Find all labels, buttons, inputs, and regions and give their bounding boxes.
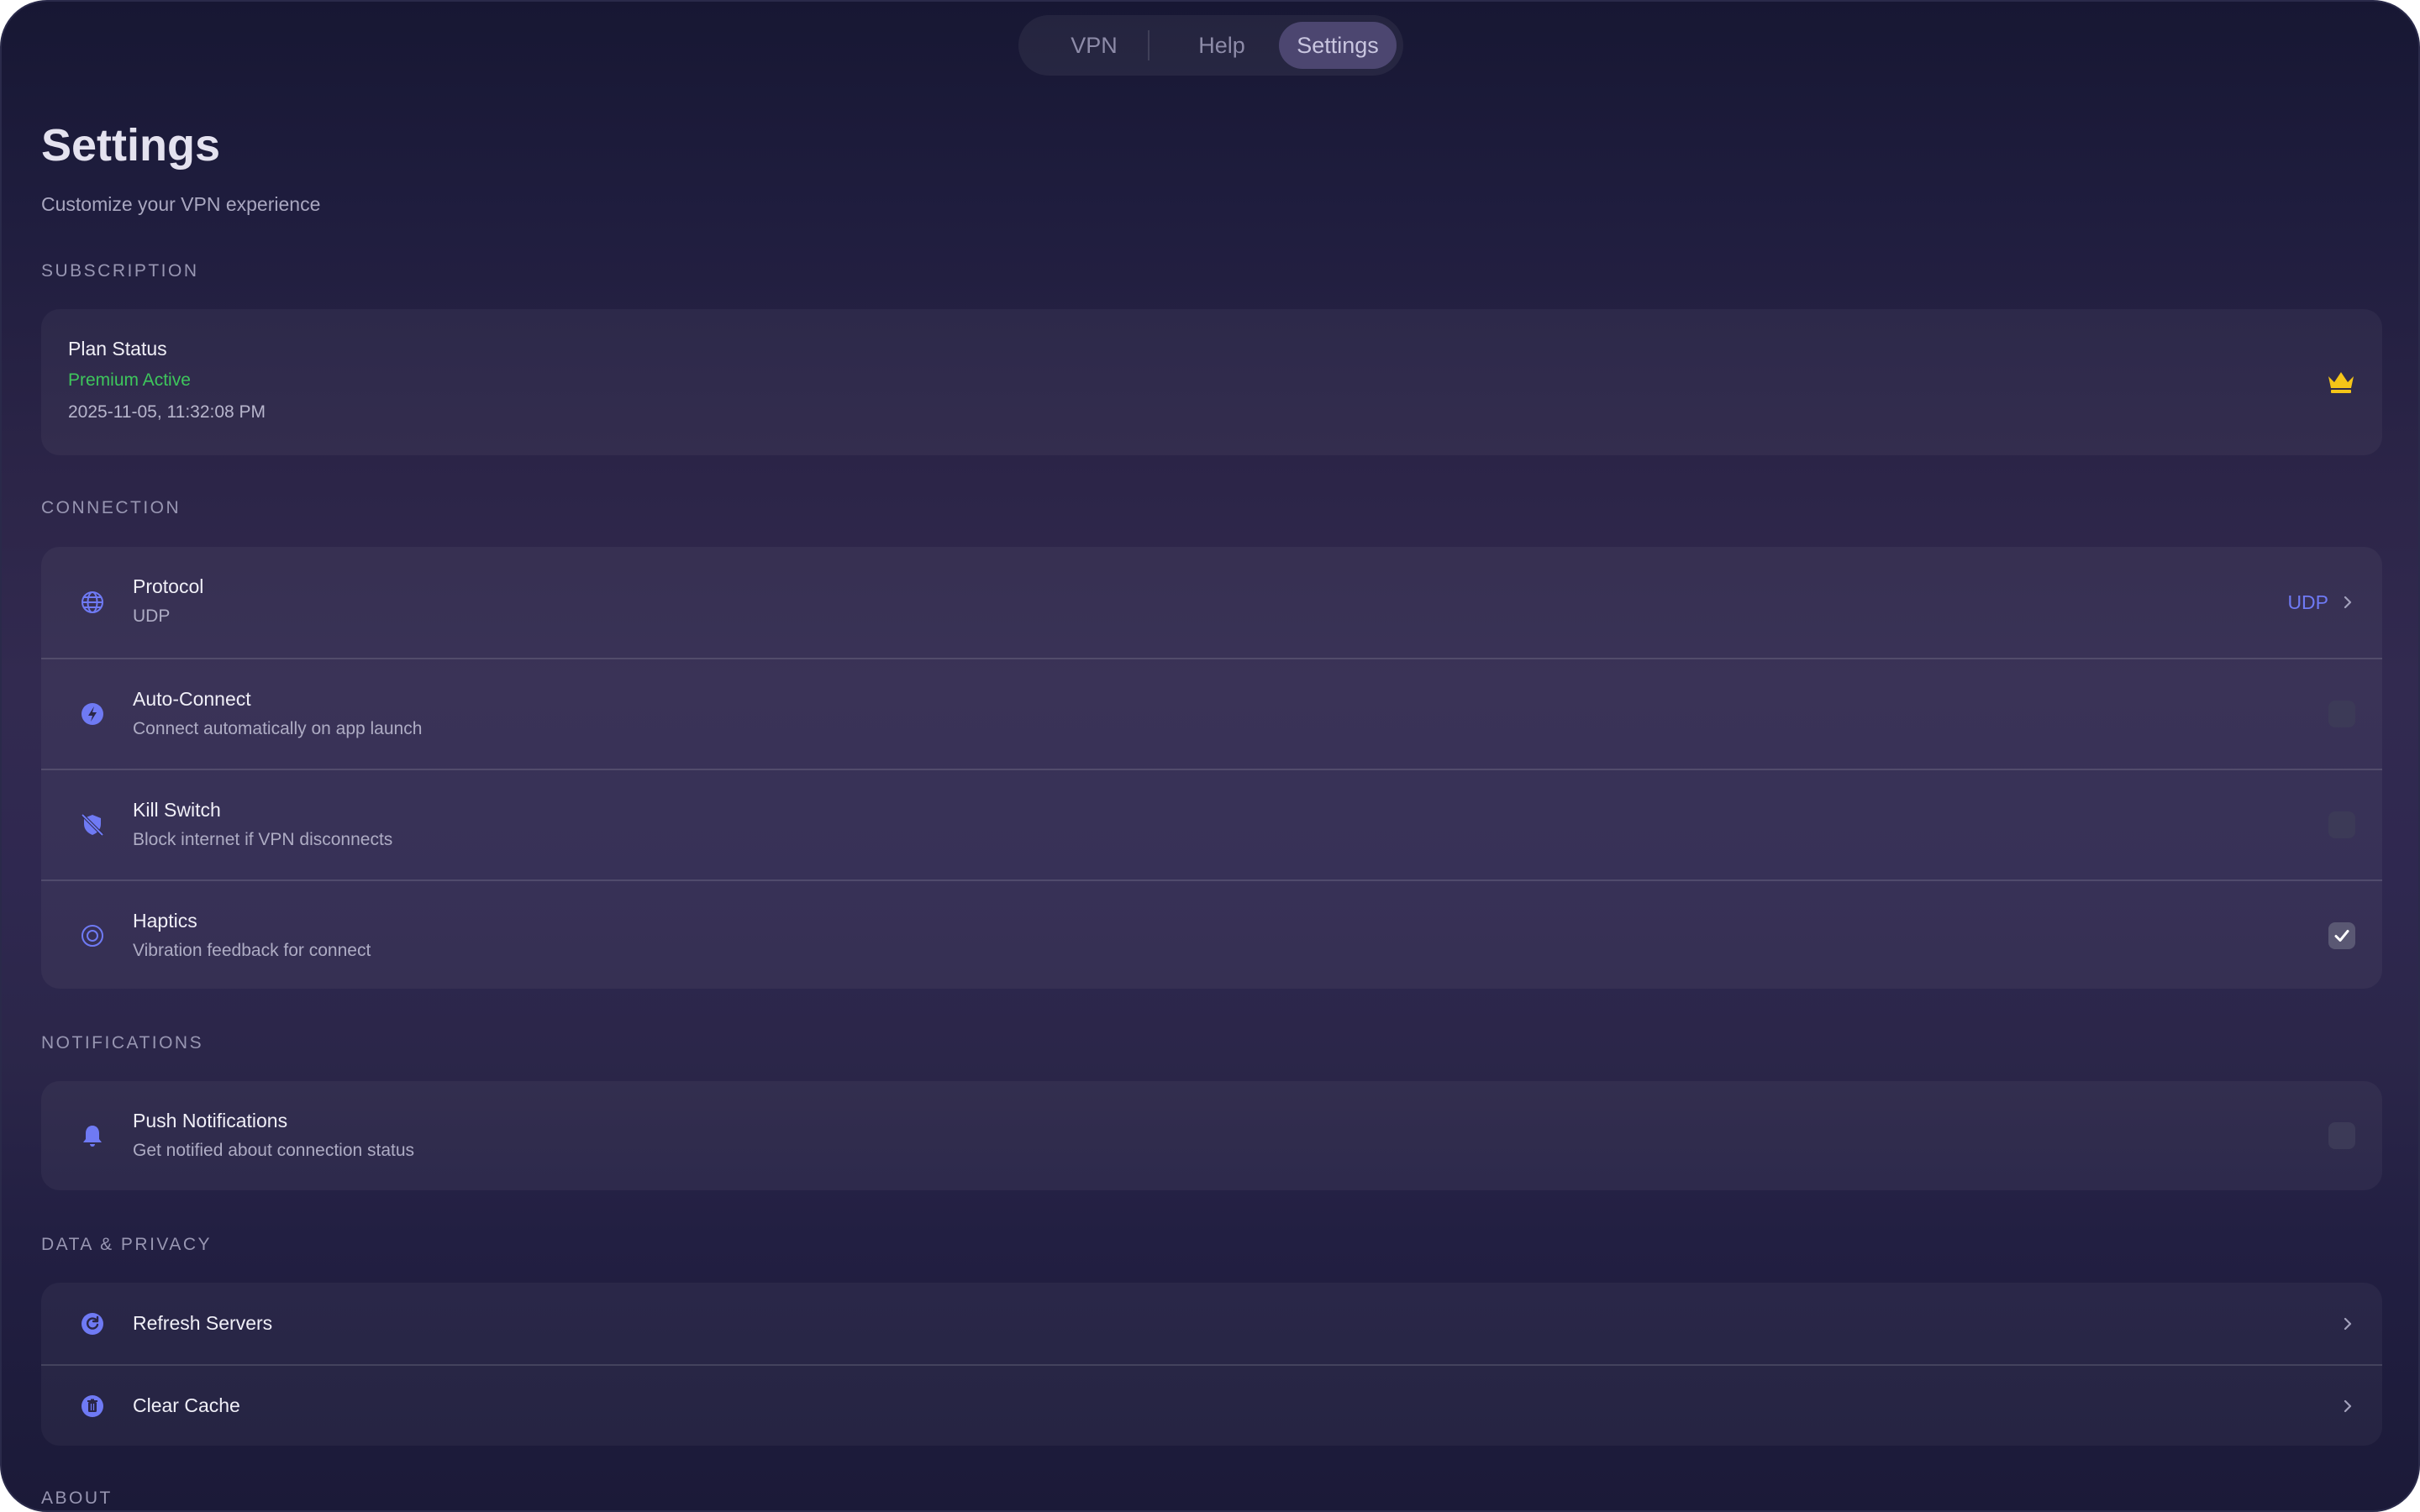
tab-help[interactable]: Help bbox=[1170, 22, 1274, 69]
connection-card: Protocol UDP UDP Auto-Connect Connect au… bbox=[41, 547, 2382, 989]
refresh-servers-row[interactable]: Refresh Servers bbox=[41, 1283, 2382, 1364]
plan-status-title: Plan Status bbox=[68, 338, 167, 360]
page-subtitle: Customize your VPN experience bbox=[41, 193, 321, 215]
page-title: Settings bbox=[41, 120, 221, 171]
plan-status-badge: Premium Active bbox=[68, 370, 191, 390]
shield-off-icon bbox=[80, 812, 105, 837]
section-label-data-privacy: DATA & PRIVACY bbox=[41, 1235, 213, 1254]
section-label-about: ABOUT bbox=[41, 1488, 113, 1508]
top-navigation: VPN Help Settings bbox=[1018, 15, 1403, 76]
chevron-right-icon bbox=[2340, 1316, 2355, 1331]
notifications-card: Push Notifications Get notified about co… bbox=[41, 1081, 2382, 1190]
section-label-subscription: SUBSCRIPTION bbox=[41, 261, 199, 281]
chevron-right-icon bbox=[2340, 1399, 2355, 1414]
haptics-subtitle: Vibration feedback for connect bbox=[133, 941, 371, 960]
protocol-row[interactable]: Protocol UDP UDP bbox=[41, 547, 2382, 658]
auto-connect-checkbox[interactable] bbox=[2328, 701, 2355, 727]
clear-cache-title: Clear Cache bbox=[133, 1394, 240, 1416]
bolt-icon bbox=[80, 701, 105, 727]
app-window: VPN Help Settings Settings Customize you… bbox=[0, 0, 2420, 1512]
bell-icon bbox=[80, 1123, 105, 1148]
kill-switch-checkbox[interactable] bbox=[2328, 811, 2355, 838]
push-notifications-title: Push Notifications bbox=[133, 1110, 288, 1131]
clear-cache-row[interactable]: Clear Cache bbox=[41, 1364, 2382, 1446]
kill-switch-title: Kill Switch bbox=[133, 799, 221, 821]
tab-vpn[interactable]: VPN bbox=[1042, 22, 1146, 69]
plan-date: 2025-11-05, 11:32:08 PM bbox=[68, 402, 266, 422]
auto-connect-subtitle: Connect automatically on app launch bbox=[133, 719, 423, 738]
kill-switch-subtitle: Block internet if VPN disconnects bbox=[133, 830, 393, 849]
push-notifications-checkbox[interactable] bbox=[2328, 1122, 2355, 1149]
push-notifications-subtitle: Get notified about connection status bbox=[133, 1141, 415, 1160]
haptics-row: Haptics Vibration feedback for connect bbox=[41, 879, 2382, 989]
globe-icon bbox=[80, 590, 105, 615]
haptics-checkbox[interactable] bbox=[2328, 922, 2355, 949]
vibration-icon bbox=[80, 923, 105, 948]
haptics-title: Haptics bbox=[133, 910, 197, 932]
auto-connect-row: Auto-Connect Connect automatically on ap… bbox=[41, 658, 2382, 769]
push-notifications-row: Push Notifications Get notified about co… bbox=[41, 1081, 2382, 1190]
section-label-connection: CONNECTION bbox=[41, 498, 182, 517]
protocol-title: Protocol bbox=[133, 575, 204, 597]
subscription-card: Plan Status Premium Active 2025-11-05, 1… bbox=[41, 309, 2382, 455]
tab-divider bbox=[1148, 30, 1150, 60]
refresh-icon bbox=[80, 1311, 105, 1336]
chevron-right-icon bbox=[2340, 595, 2355, 610]
kill-switch-row: Kill Switch Block internet if VPN discon… bbox=[41, 769, 2382, 879]
data-privacy-card: Refresh Servers Clear Cache bbox=[41, 1283, 2382, 1446]
trash-icon bbox=[80, 1394, 105, 1419]
auto-connect-title: Auto-Connect bbox=[133, 688, 251, 710]
crown-icon bbox=[2327, 370, 2355, 395]
section-label-notifications: NOTIFICATIONS bbox=[41, 1033, 204, 1053]
protocol-value: UDP bbox=[2287, 591, 2328, 613]
refresh-servers-title: Refresh Servers bbox=[133, 1311, 273, 1334]
checkmark-icon bbox=[2334, 930, 2349, 942]
tab-settings[interactable]: Settings bbox=[1279, 22, 1397, 69]
protocol-subtitle: UDP bbox=[133, 606, 171, 626]
